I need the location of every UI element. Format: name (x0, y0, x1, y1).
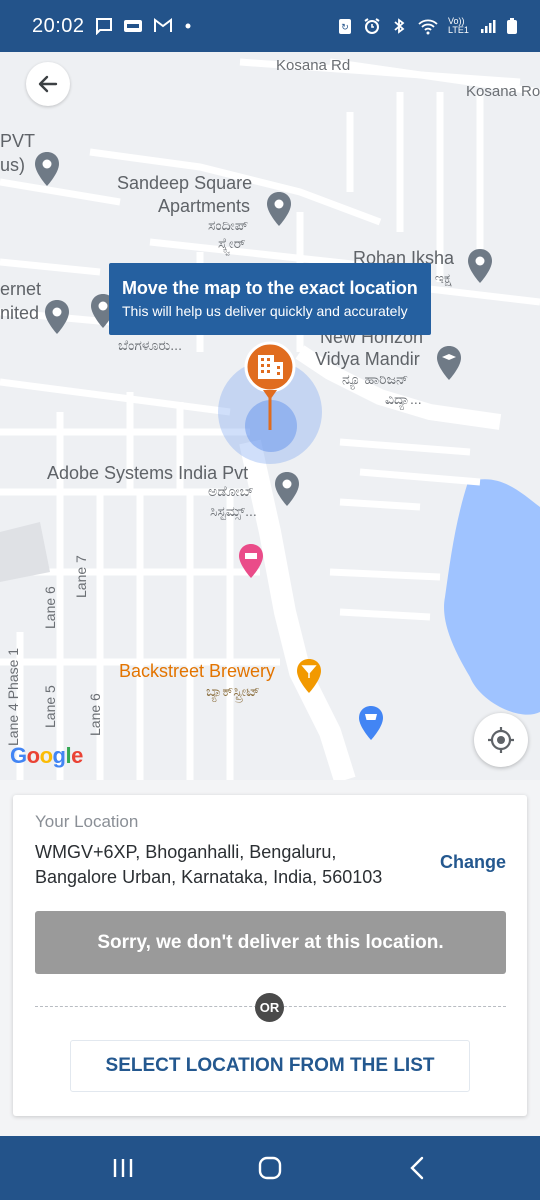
shopping-pin-icon (359, 706, 383, 740)
map-label-lane-7: Lane 7 (73, 555, 89, 598)
map-label-lane-5: Lane 5 (42, 685, 58, 728)
dot-icon (185, 23, 191, 29)
back-button[interactable] (26, 62, 70, 106)
map-label-vidya-mandir: Vidya Mandir (315, 349, 420, 369)
map-label-vidya-kn: ವಿದ್ಯಾ... (385, 391, 422, 407)
home-button[interactable] (240, 1138, 300, 1198)
my-location-button[interactable] (474, 713, 528, 767)
map-label-kosana-rd-2: Kosana Ro (466, 83, 540, 100)
gmail-icon (153, 18, 172, 32)
map-label-apartments: Apartments (158, 196, 251, 216)
map-label-adobe-kn: ಅಡೋಬ್ (208, 483, 254, 499)
bluetooth-icon (394, 18, 405, 34)
crosshair-icon (488, 727, 514, 753)
tooltip-subtitle: This will help us deliver quickly and ac… (122, 303, 408, 319)
place-pin-icon (275, 472, 299, 506)
paytm-icon (123, 20, 142, 32)
or-badge: OR (255, 993, 284, 1022)
map-label-kosana-rd: Kosana Rd (276, 57, 351, 74)
chevron-left-icon (409, 1156, 423, 1180)
map-label-sandeep-kn: ಸಂದೀಪ್ (208, 217, 249, 233)
location-address: WMGV+6XP, Bhoganhalli, Bengaluru, Bangal… (35, 842, 383, 888)
map-label-sandeep-kn-2: ಸ್ಕ್ವೇರ್ (218, 235, 246, 251)
map-label-ernet: ernet (0, 279, 42, 299)
map-instruction-tooltip: Move the map to the exact location This … (109, 263, 431, 335)
change-location-link[interactable]: Change (440, 852, 506, 873)
message-icon (95, 18, 112, 35)
map-label-us: us) (0, 155, 26, 175)
map-label-nited: nited (0, 303, 40, 323)
google-logo: Google (10, 743, 83, 768)
hotel-pin-icon (239, 544, 263, 578)
map-label-lane-4: Lane 4 Phase 1 (5, 647, 21, 746)
system-status-icons: ↻ Vo)) LTE1 (336, 17, 518, 35)
alarm-icon (364, 18, 380, 34)
svg-text:↻: ↻ (341, 22, 349, 32)
place-pin-icon (45, 300, 69, 334)
map-label-lane-6b: Lane 6 (87, 693, 103, 736)
place-pin-icon (267, 192, 291, 226)
volte-icon: Vo)) LTE1 (448, 16, 469, 35)
map-label-pvt: PVT (0, 131, 36, 151)
wifi-icon (418, 19, 438, 35)
battery-icon (507, 18, 517, 34)
status-bar: 20:02 ↻ Vo)) LTE1 (0, 0, 540, 52)
system-nav-bar (0, 1136, 540, 1200)
bar-pin-icon (297, 659, 321, 693)
map-label-backstreet-kn: ಬ್ಯಾಕ್‌ಸ್ಟ್ರೀಟ್ (206, 683, 260, 699)
data-saver-icon: ↻ (339, 19, 351, 34)
school-pin-icon (437, 346, 461, 380)
place-pin-icon (468, 249, 492, 283)
back-nav-button[interactable] (387, 1138, 447, 1198)
map-label-new-horizon-kn: ನ್ಯೂ ಹಾರಿಜನ್ (342, 371, 409, 387)
recent-apps-icon (114, 1159, 133, 1177)
map-label-bengaluru-kn: ಬೆಂಗಳೂರು... (118, 337, 182, 353)
recent-apps-button[interactable] (93, 1138, 153, 1198)
map-label-sandeep-square: Sandeep Square (117, 173, 253, 193)
notification-icons (95, 17, 193, 35)
map-label-adobe: Adobe Systems India Pvt (47, 463, 249, 483)
map-label-backstreet: Backstreet Brewery (119, 661, 276, 681)
arrow-left-icon (38, 75, 58, 93)
location-marker-icon[interactable] (243, 340, 297, 432)
map-label-adobe-kn-2: ಸಿಸ್ಟಮ್ಸ್... (210, 503, 257, 519)
home-icon (258, 1156, 282, 1180)
signal-icon (481, 20, 496, 33)
tooltip-title: Move the map to the exact location (122, 278, 418, 298)
no-delivery-button[interactable]: Sorry, we don't deliver at this location… (35, 911, 506, 974)
place-pin-icon (35, 152, 59, 186)
map-label-lane-6a: Lane 6 (42, 586, 58, 629)
your-location-caption: Your Location (35, 812, 139, 831)
select-location-from-list-button[interactable]: SELECT LOCATION FROM THE LIST (70, 1040, 470, 1092)
status-time: 20:02 (32, 14, 85, 37)
